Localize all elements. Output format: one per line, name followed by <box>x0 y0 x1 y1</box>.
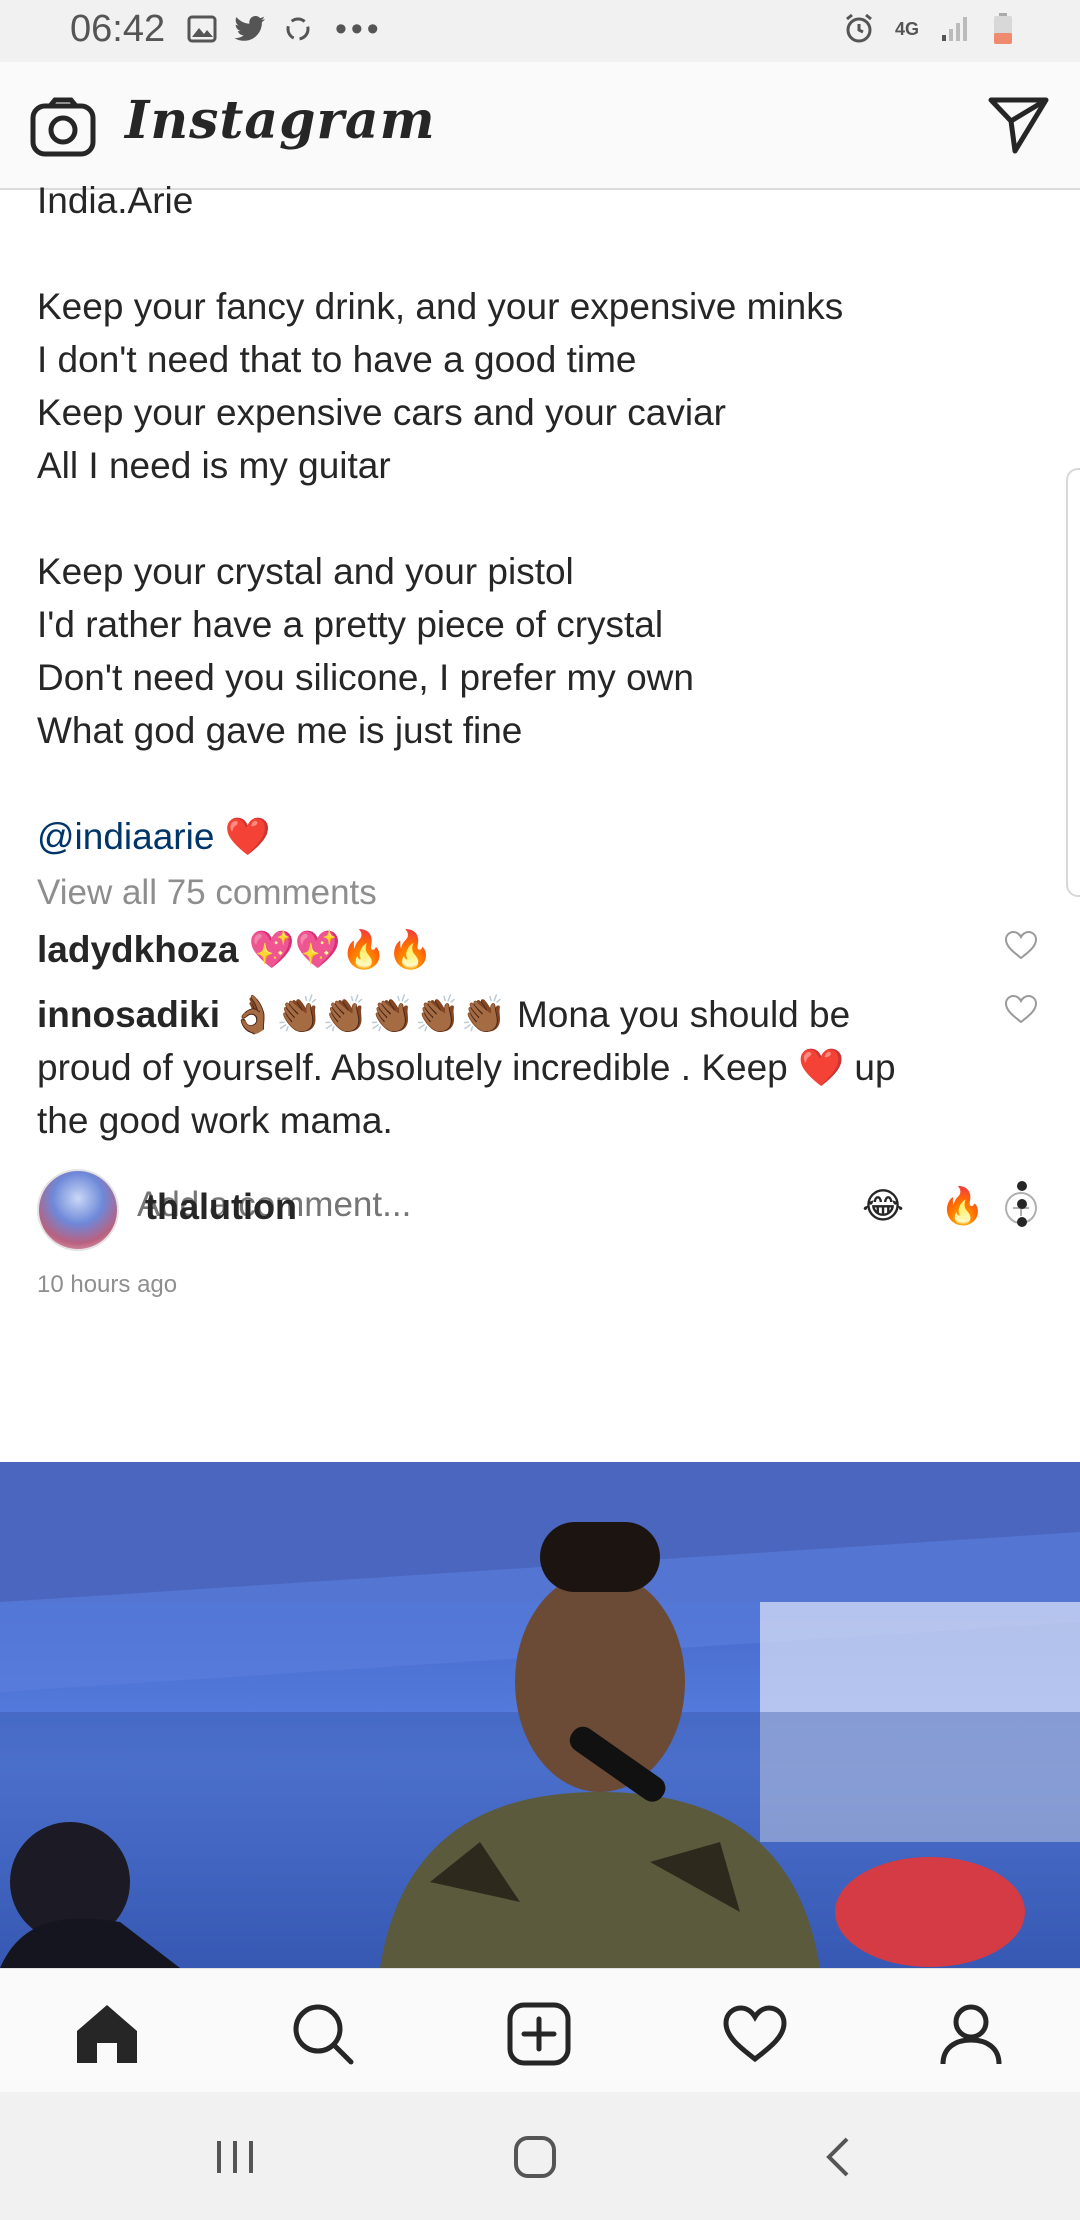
nav-new-post-icon[interactable] <box>504 1999 574 2069</box>
app-header: Instagram <box>0 62 1080 190</box>
post-username[interactable]: thalution <box>145 1186 297 1228</box>
status-bar: 06:42 ••• 4G <box>0 0 1080 62</box>
more-notifications-icon: ••• <box>335 10 383 48</box>
home-button-icon[interactable] <box>505 2132 565 2182</box>
comment-text: 👌🏾👏🏾👏🏾👏🏾👏🏾👏🏾 Mona you should be <box>230 994 851 1035</box>
caption-line <box>37 227 1037 280</box>
caption-line: India.Arie <box>37 180 194 221</box>
caption-line: What god gave me is just fine <box>37 710 523 751</box>
comment-username[interactable]: ladydkhoza <box>37 929 239 970</box>
battery-low-icon <box>986 12 1020 46</box>
caption-line <box>37 492 1037 545</box>
recent-apps-icon[interactable] <box>205 2132 265 2182</box>
comment-username[interactable]: innosadiki <box>37 994 220 1035</box>
system-navigation-bar <box>0 2092 1080 2220</box>
caption-line: Don't need you silicone, I prefer my own <box>37 657 694 698</box>
post-caption: India.Arie Keep your fancy drink, and yo… <box>37 180 1037 863</box>
caption-line: All I need is my guitar <box>37 445 391 486</box>
comment-item: innosadiki 👌🏾👏🏾👏🏾👏🏾👏🏾👏🏾 Mona you should … <box>37 988 977 1147</box>
nav-search-icon[interactable] <box>288 1999 358 2069</box>
heart-emoji: ❤️ <box>224 816 271 857</box>
direct-message-icon[interactable] <box>988 96 1050 159</box>
status-right-icons: 4G <box>842 12 1020 46</box>
caption-line <box>37 757 1037 810</box>
nav-home-icon[interactable] <box>72 1999 142 2069</box>
alarm-icon <box>842 12 876 46</box>
signal-icon <box>938 12 972 46</box>
view-all-comments-link[interactable]: View all 75 comments <box>37 873 377 913</box>
more-options-icon[interactable] <box>1012 1174 1032 1234</box>
instagram-wordmark: Instagram <box>125 90 436 151</box>
nav-profile-icon[interactable] <box>936 1999 1006 2069</box>
caption-line: Keep your expensive cars and your caviar <box>37 392 726 433</box>
comment-text: proud of yourself. Absolutely incredible… <box>37 1047 896 1088</box>
caption-line: I don't need that to have a good time <box>37 339 637 380</box>
post-header: thalution <box>0 1152 1080 1272</box>
caption-line: Keep your fancy drink, and your expensiv… <box>37 286 844 327</box>
comment-text: the good work mama. <box>37 1100 393 1141</box>
comment-text: 💖💖🔥🔥 <box>248 929 434 970</box>
status-time: 06:42 <box>70 8 166 50</box>
post-author-avatar[interactable] <box>37 1169 119 1251</box>
mention-link[interactable]: @indiaarie <box>37 816 214 857</box>
back-button-icon[interactable] <box>808 2132 868 2182</box>
caption-mention-line: @indiaarie ❤️ <box>37 810 1037 863</box>
twitter-icon <box>233 12 267 46</box>
sync-icon <box>281 12 315 46</box>
comment-item: ladydkhoza 💖💖🔥🔥 <box>37 923 977 976</box>
bottom-navigation <box>0 1968 1080 2093</box>
post-image[interactable] <box>0 1462 1080 1968</box>
caption-line: Keep your crystal and your pistol <box>37 551 574 592</box>
status-left-icons: ••• <box>185 12 383 46</box>
scroll-indicator[interactable] <box>1066 468 1080 897</box>
4g-icon: 4G <box>894 19 919 39</box>
gallery-icon <box>185 12 219 46</box>
post-timestamp: 10 hours ago <box>37 1271 178 1298</box>
caption-line: I'd rather have a pretty piece of crysta… <box>37 604 664 645</box>
like-comment-heart-icon[interactable] <box>1004 930 1038 965</box>
nav-activity-heart-icon[interactable] <box>720 1999 790 2069</box>
like-comment-heart-icon[interactable] <box>1004 994 1038 1029</box>
camera-icon[interactable] <box>30 97 96 162</box>
